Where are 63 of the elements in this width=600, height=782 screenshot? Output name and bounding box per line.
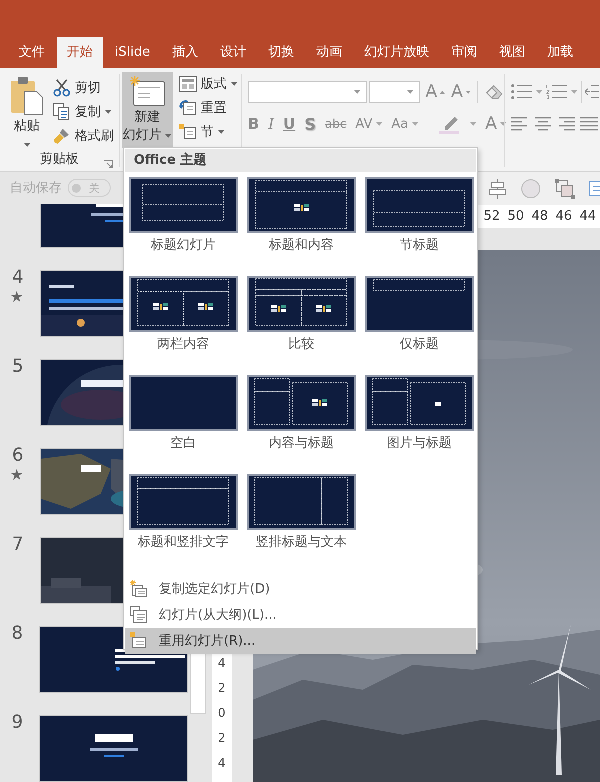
slide-number: 9 (12, 713, 24, 733)
ribbon-tab[interactable]: 审阅 (441, 37, 488, 68)
layout-label: 竖排标题与文本 (256, 534, 347, 551)
menu-item[interactable]: 重用幻灯片(R)... (125, 628, 476, 654)
format-painter-button[interactable]: 格式刷 (50, 126, 117, 146)
layout-label: 两栏内容 (158, 336, 210, 353)
slide-number: 8 (12, 624, 24, 644)
slide-number: 7 (12, 535, 24, 555)
ruler-number: 46 (554, 208, 574, 226)
ribbon-tab[interactable]: 设计 (210, 37, 256, 68)
menu-header: Office 主题 (125, 149, 476, 172)
character-spacing-button[interactable]: AV (356, 116, 383, 132)
underline-button[interactable]: U (283, 115, 296, 133)
paste-button[interactable]: 粘贴 (4, 72, 50, 147)
layout-label: 节标题 (400, 237, 439, 254)
ruler-number: 4 (218, 755, 226, 772)
new-slide-button[interactable]: 新建 幻灯片 (122, 72, 173, 148)
change-case-button[interactable]: Aa (392, 116, 418, 132)
layout-label: 仅标题 (400, 336, 439, 353)
ruler-number: 44 (578, 208, 598, 226)
layout-label: 内容与标题 (269, 435, 334, 452)
ruler-number: 0 (218, 705, 226, 722)
italic-button[interactable]: I (268, 115, 274, 133)
layout-label: 标题幻灯片 (151, 237, 216, 254)
cut-button[interactable]: 剪切 (50, 78, 117, 98)
section-button[interactable]: 节 (176, 122, 241, 142)
ruler-number: 52 (482, 208, 502, 226)
animation-marker: ★ (10, 466, 24, 484)
ruler-number: 4 (218, 655, 226, 672)
slide-number: 5 (12, 357, 24, 377)
ribbon-tab[interactable]: 视图 (489, 37, 536, 68)
reset-button[interactable]: 重置 (176, 98, 241, 118)
ribbon-tab[interactable]: 开始 (57, 37, 103, 68)
layout-label: 标题和内容 (269, 237, 334, 254)
strikethrough-button[interactable]: abc (325, 117, 347, 131)
ruler-number: 2 (218, 680, 226, 697)
ribbon-tab[interactable]: 文件 (9, 37, 55, 68)
ruler-number: 2 (218, 730, 226, 747)
menu-item[interactable]: 复制选定幻灯片(D) (125, 576, 476, 602)
bold-button[interactable]: B (248, 115, 260, 133)
layout-label: 图片与标题 (387, 435, 452, 452)
shrink-font-button[interactable]: A (451, 82, 472, 102)
layout-label: 比较 (288, 336, 314, 353)
animation-marker: ★ (10, 288, 24, 306)
ribbon-tab[interactable]: 切换 (258, 37, 304, 68)
ribbon-tab[interactable]: 动画 (306, 37, 352, 68)
menu-item[interactable]: 幻灯片(从大纲)(L)... (125, 602, 476, 628)
copy-button[interactable]: 复制 (50, 102, 117, 122)
autosave-label: 自动保存 (10, 180, 62, 197)
ruler-number: 48 (530, 208, 550, 226)
layout-label: 空白 (170, 435, 196, 452)
grow-font-button[interactable]: A (426, 82, 446, 102)
slide-number: 4 (12, 268, 24, 288)
shadow-button[interactable]: S (304, 114, 316, 134)
ruler-number: 50 (506, 208, 526, 226)
layout-label: 标题和竖排文字 (138, 534, 229, 551)
ribbon-tab[interactable]: iSlide (105, 37, 160, 68)
ribbon-tab[interactable]: 插入 (162, 37, 208, 68)
ribbon-tab[interactable]: 加载 (537, 37, 584, 68)
ribbon-tab[interactable]: 幻灯片放映 (354, 37, 440, 68)
slide-number: 6 (12, 446, 24, 466)
group-label: 剪贴板 (40, 151, 79, 168)
layout-button[interactable]: 版式 (176, 74, 241, 94)
